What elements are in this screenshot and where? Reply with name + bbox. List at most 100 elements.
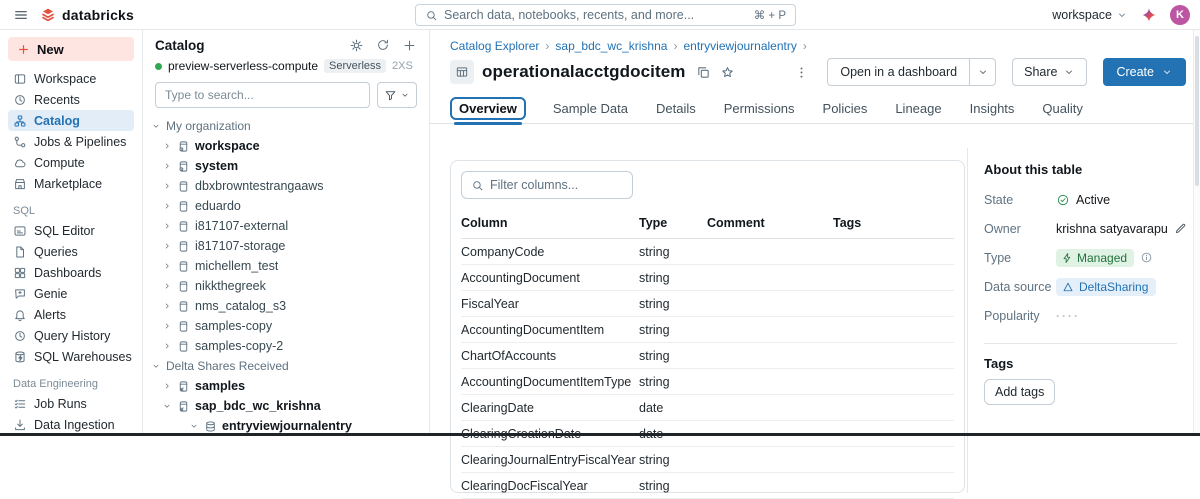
- chevron-right-icon[interactable]: [162, 141, 172, 151]
- avatar[interactable]: K: [1170, 5, 1190, 25]
- tree-item-my-organization[interactable]: My organization: [143, 116, 429, 136]
- workspace-switcher[interactable]: workspace: [1052, 8, 1128, 22]
- genie-icon: [13, 287, 27, 301]
- tree-item-i817107-external[interactable]: i817107-external: [143, 216, 429, 236]
- tab-quality[interactable]: Quality: [1041, 97, 1083, 120]
- open-in-dashboard-dropdown[interactable]: [970, 58, 996, 86]
- create-button[interactable]: Create: [1103, 58, 1186, 86]
- global-search[interactable]: ⌘ + P: [415, 4, 796, 26]
- chevron-down-icon[interactable]: [151, 361, 161, 371]
- sidebar-item-data-ingestion[interactable]: Data Ingestion: [8, 414, 134, 433]
- star-icon[interactable]: [720, 65, 735, 80]
- tree-item-dbxbrowntestrangaaws[interactable]: dbxbrowntestrangaaws: [143, 176, 429, 196]
- sidebar-item-sql-warehouses[interactable]: SQL Warehouses: [8, 346, 134, 367]
- sidebar-item-queries[interactable]: Queries: [8, 241, 134, 262]
- tree-item-sap-bdc-wc-krishna[interactable]: sap_bdc_wc_krishna: [143, 396, 429, 416]
- document-icon: [13, 245, 27, 259]
- tree-item-workspace[interactable]: workspace: [143, 136, 429, 156]
- tree-item-i817107-storage[interactable]: i817107-storage: [143, 236, 429, 256]
- open-in-dashboard-button[interactable]: Open in a dashboard: [827, 58, 970, 86]
- table-row[interactable]: ClearingJournalEntryFiscalYear string: [461, 447, 954, 473]
- tree-item-michellem-test[interactable]: michellem_test: [143, 256, 429, 276]
- sidebar-item-sql-editor[interactable]: SQL Editor: [8, 220, 134, 241]
- tab-sample-data[interactable]: Sample Data: [552, 97, 629, 120]
- share-button[interactable]: Share: [1012, 58, 1087, 86]
- sidebar-item-marketplace[interactable]: Marketplace: [8, 173, 134, 194]
- table-row[interactable]: AccountingDocument string: [461, 265, 954, 291]
- tree-item-nikkthegreek[interactable]: nikkthegreek: [143, 276, 429, 296]
- delta-sharing-badge[interactable]: DeltaSharing: [1056, 278, 1156, 296]
- filter-columns-input[interactable]: [490, 178, 623, 192]
- tree-item-samples[interactable]: samples: [143, 376, 429, 396]
- chevron-right-icon[interactable]: [162, 381, 172, 391]
- breadcrumb-catalog[interactable]: sap_bdc_wc_krishna: [555, 39, 683, 53]
- chevron-right-icon[interactable]: [162, 241, 172, 251]
- sidebar-item-workspace[interactable]: Workspace: [8, 68, 134, 89]
- tab-details[interactable]: Details: [655, 97, 697, 120]
- tree-item-samples-copy-2[interactable]: samples-copy-2: [143, 336, 429, 356]
- table-row[interactable]: AccountingDocumentItemType string: [461, 369, 954, 395]
- tree-item-system[interactable]: system: [143, 156, 429, 176]
- gear-icon[interactable]: [349, 38, 364, 53]
- chevron-right-icon[interactable]: [162, 161, 172, 171]
- sidebar-item-genie[interactable]: Genie: [8, 283, 134, 304]
- tab-permissions[interactable]: Permissions: [723, 97, 796, 120]
- kebab-menu-icon[interactable]: [794, 65, 809, 80]
- sidebar-item-compute[interactable]: Compute: [8, 152, 134, 173]
- table-row[interactable]: ChartOfAccounts string: [461, 343, 954, 369]
- chevron-right-icon[interactable]: [162, 341, 172, 351]
- chevron-right-icon[interactable]: [162, 261, 172, 271]
- assistant-sparkle-icon[interactable]: [1141, 7, 1157, 23]
- plus-icon[interactable]: [402, 38, 417, 53]
- info-icon[interactable]: [1140, 251, 1153, 264]
- add-tags-button[interactable]: Add tags: [984, 379, 1055, 405]
- page-scrollbar-thumb[interactable]: [1195, 36, 1199, 186]
- databricks-logo-icon: [40, 7, 56, 23]
- chevron-right-icon[interactable]: [162, 321, 172, 331]
- sidebar-item-dashboards[interactable]: Dashboards: [8, 262, 134, 283]
- tab-lineage[interactable]: Lineage: [894, 97, 942, 120]
- table-row[interactable]: FiscalYear string: [461, 291, 954, 317]
- chevron-right-icon[interactable]: [162, 201, 172, 211]
- tree-item-samples-copy[interactable]: samples-copy: [143, 316, 429, 336]
- tree-filter-button[interactable]: [377, 82, 417, 108]
- sidebar-item-alerts[interactable]: Alerts: [8, 304, 134, 325]
- chevron-down-icon[interactable]: [189, 421, 199, 431]
- page-scrollbar[interactable]: [1193, 30, 1200, 433]
- chevron-right-icon[interactable]: [162, 301, 172, 311]
- tab-insights[interactable]: Insights: [969, 97, 1016, 120]
- hamburger-menu-icon[interactable]: [13, 7, 29, 23]
- pencil-icon[interactable]: [1174, 222, 1187, 235]
- catalog-icon: [177, 220, 190, 233]
- global-search-input[interactable]: [444, 8, 748, 22]
- chevron-right-icon[interactable]: [162, 221, 172, 231]
- sidebar-item-job-runs[interactable]: Job Runs: [8, 393, 134, 414]
- sidebar-item-recents[interactable]: Recents: [8, 89, 134, 110]
- tab-policies[interactable]: Policies: [822, 97, 869, 120]
- table-row[interactable]: ClearingDocFiscalYear string: [461, 473, 954, 499]
- table-row[interactable]: CompanyCode string: [461, 239, 954, 265]
- tree-item-delta-shares-received[interactable]: Delta Shares Received: [143, 356, 429, 376]
- chevron-right-icon[interactable]: [162, 281, 172, 291]
- chevron-right-icon[interactable]: [162, 181, 172, 191]
- table-row[interactable]: ClearingDate date: [461, 395, 954, 421]
- chevron-down-icon[interactable]: [162, 401, 172, 411]
- breadcrumb-schema[interactable]: entryviewjournalentry: [683, 39, 812, 53]
- compute-status[interactable]: preview-serverless-compute Serverless 2X…: [143, 58, 429, 77]
- databricks-logo[interactable]: databricks: [40, 7, 134, 23]
- filter-columns-box[interactable]: [461, 171, 633, 199]
- new-button[interactable]: New: [8, 37, 134, 61]
- sidebar-item-jobs-pipelines[interactable]: Jobs & Pipelines: [8, 131, 134, 152]
- sidebar-item-query-history[interactable]: Query History: [8, 325, 134, 346]
- tree-item-nms-catalog-s3[interactable]: nms_catalog_s3: [143, 296, 429, 316]
- sidebar-item-catalog[interactable]: Catalog: [8, 110, 134, 131]
- chevron-down-icon[interactable]: [151, 121, 161, 131]
- copy-icon[interactable]: [696, 65, 711, 80]
- tree-search-input[interactable]: [155, 82, 370, 108]
- table-row[interactable]: AccountingDocumentItem string: [461, 317, 954, 343]
- breadcrumb-catalog-explorer[interactable]: Catalog Explorer: [450, 39, 555, 53]
- tab-overview[interactable]: Overview: [450, 97, 526, 120]
- tree-item-eduardo[interactable]: eduardo: [143, 196, 429, 216]
- tree-item-entryviewjournalentry[interactable]: entryviewjournalentry: [143, 416, 429, 433]
- refresh-icon[interactable]: [376, 38, 390, 52]
